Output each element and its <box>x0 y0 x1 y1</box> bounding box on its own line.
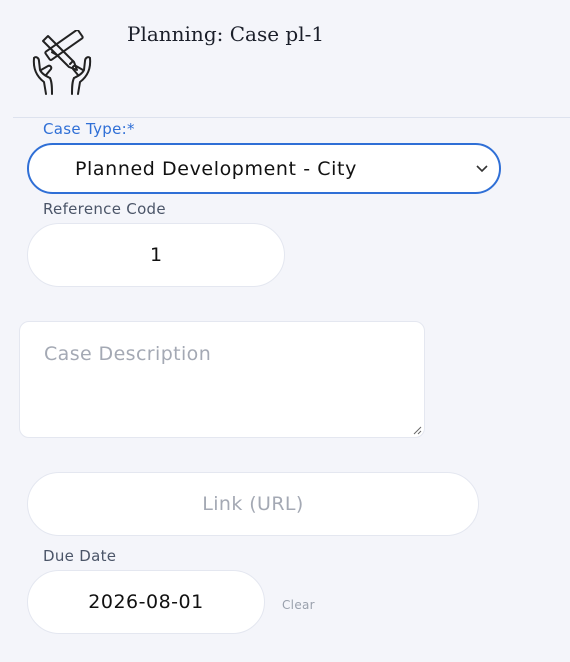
due-date-input[interactable]: 2026-08-01 <box>27 570 265 634</box>
reference-code-value: 1 <box>149 244 163 266</box>
case-type-label: Case Type:* <box>43 120 135 138</box>
hands-with-tools-icon <box>32 30 92 95</box>
reference-code-label: Reference Code <box>43 200 166 218</box>
case-description-placeholder: Case Description <box>44 343 212 365</box>
case-type-selected-value: Planned Development - City <box>75 158 357 180</box>
header-divider <box>13 117 570 118</box>
page-header: Planning: Case pl-1 <box>0 0 570 117</box>
page-title: Planning: Case pl-1 <box>127 22 325 46</box>
case-description-textarea[interactable]: Case Description <box>19 321 425 438</box>
case-type-select[interactable]: Planned Development - City <box>27 143 501 194</box>
due-date-value: 2026-08-01 <box>88 591 204 613</box>
due-date-label: Due Date <box>43 547 117 565</box>
reference-code-input[interactable]: 1 <box>27 223 285 287</box>
link-url-input[interactable]: Link (URL) <box>27 472 479 536</box>
link-url-placeholder: Link (URL) <box>202 493 304 515</box>
resize-handle-icon[interactable] <box>413 426 422 435</box>
chevron-down-icon <box>476 165 488 173</box>
clear-date-button[interactable]: Clear <box>282 598 315 612</box>
